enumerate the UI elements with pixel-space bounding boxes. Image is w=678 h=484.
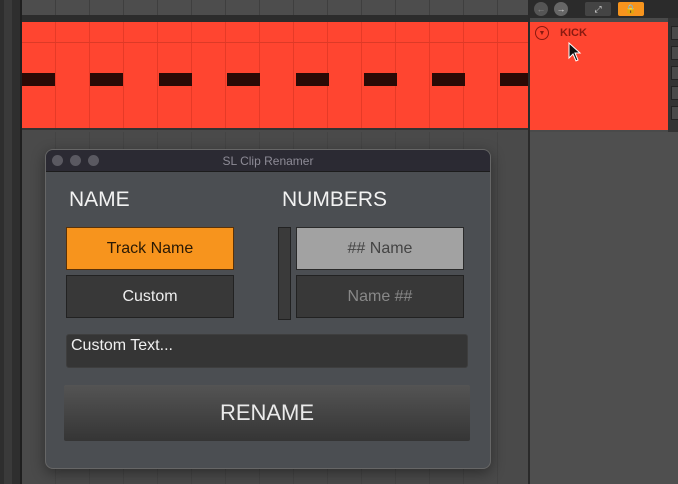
midi-note[interactable] [90,73,123,86]
track-header-toolbar: ← → ⤢ 🔒 [530,0,678,18]
fold-toggle-icon[interactable]: ▼ [535,26,549,40]
lock-icon[interactable]: 🔒 [618,2,644,16]
arrangement-ruler[interactable] [22,0,528,15]
clip-header-bar [22,15,528,22]
window-title-bar[interactable]: SL Clip Renamer [46,150,490,172]
track-controls-column [668,18,678,132]
track-control[interactable] [671,86,678,100]
window-title: SL Clip Renamer [222,154,314,168]
custom-text-input[interactable]: Custom Text... [66,334,468,368]
mouse-cursor-icon [568,41,582,67]
name-heading: NAME [69,188,130,211]
track-control[interactable] [671,46,678,60]
back-arrow-icon[interactable]: ← [534,2,548,16]
left-strip [0,0,22,484]
number-suffix-button[interactable]: Name ## [296,275,464,318]
midi-note[interactable] [227,73,260,86]
close-button[interactable] [52,155,63,166]
number-prefix-button[interactable]: ## Name [296,227,464,270]
midi-note[interactable] [159,73,192,86]
midi-note[interactable] [296,73,329,86]
track-control[interactable] [671,26,678,40]
expand-icon[interactable]: ⤢ [585,2,611,16]
track-header[interactable] [530,22,668,130]
track-control[interactable] [671,106,678,120]
custom-button[interactable]: Custom [66,275,234,318]
minimize-button[interactable] [70,155,81,166]
rename-button[interactable]: RENAME [64,385,470,441]
clip-renamer-window: SL Clip Renamer NAME NUMBERS Track Name … [45,149,491,469]
midi-clip[interactable] [22,22,533,130]
track-name[interactable]: KICK [560,27,587,39]
midi-note[interactable] [22,73,55,86]
track-control[interactable] [671,66,678,80]
numbers-heading: NUMBERS [282,188,388,211]
numbers-toggle-slider[interactable] [278,227,291,320]
maximize-button[interactable] [88,155,99,166]
forward-arrow-icon[interactable]: → [554,2,568,16]
midi-note[interactable] [364,73,397,86]
track-empty-area [530,132,678,484]
grid-row-line [22,42,528,43]
track-name-button[interactable]: Track Name [66,227,234,270]
midi-note[interactable] [432,73,465,86]
